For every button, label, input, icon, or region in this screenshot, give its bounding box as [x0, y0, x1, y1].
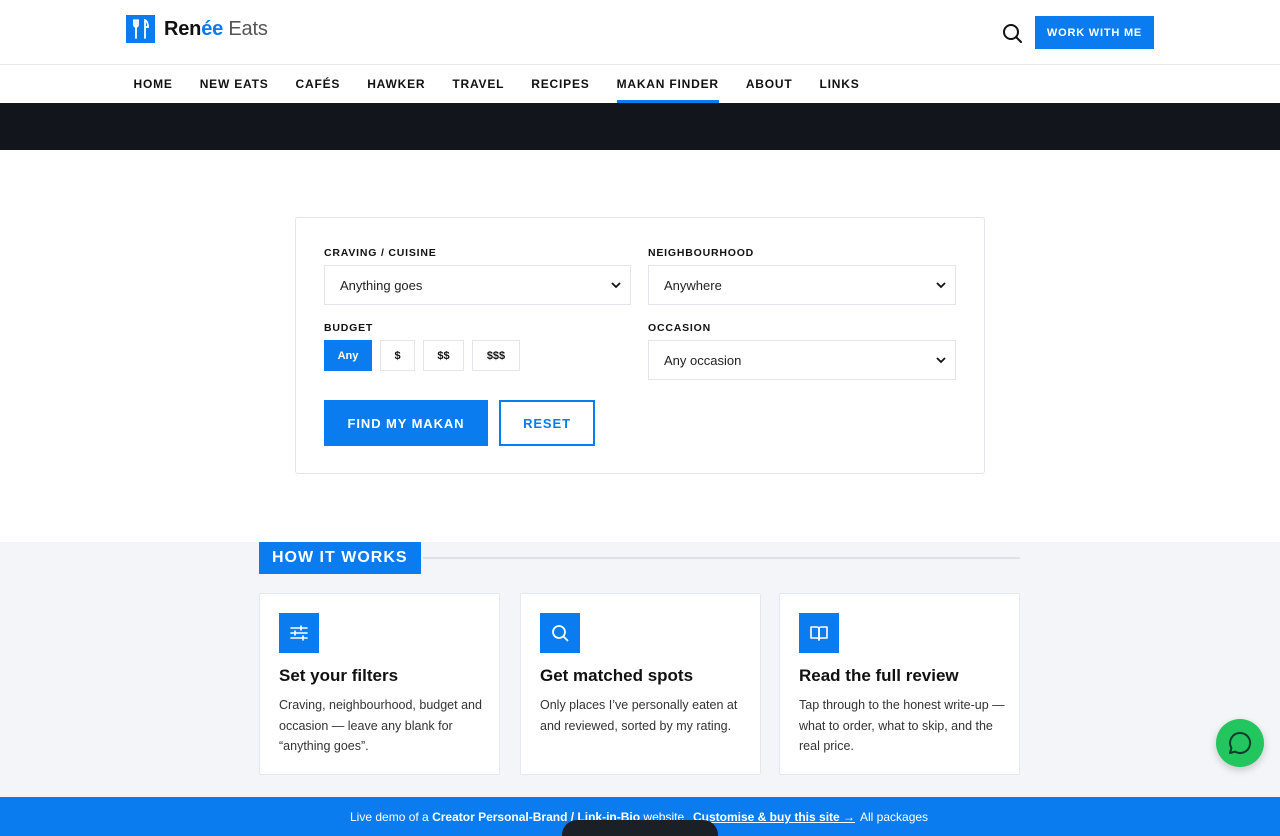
how-card-filters: Set your filters Craving, neighbourhood,… [259, 593, 500, 775]
reset-button[interactable]: RESET [499, 400, 595, 446]
nav-item-travel[interactable]: TRAVEL [439, 65, 518, 103]
sliders-icon [279, 613, 319, 653]
site-logo[interactable]: Renée Eats [126, 15, 268, 43]
chevron-down-icon [936, 282, 946, 289]
occasion-value: Any occasion [664, 352, 742, 368]
main-nav: HOME NEW EATS CAFÉS HAWKER TRAVEL RECIPES MAKA… [0, 65, 1280, 103]
chat-bubble-icon[interactable] [1216, 719, 1264, 767]
utensils-icon [126, 15, 155, 43]
neighbourhood-label: NEIGHBOURHOOD [648, 247, 755, 259]
card-title: Get matched spots [540, 666, 694, 685]
chevron-down-icon [936, 357, 946, 364]
chevron-down-icon [611, 282, 621, 289]
makan-finder-form: CRAVING / CUISINE Anything goes NEIGHBOU… [295, 217, 985, 474]
card-text: Tap through to the honest write-up — wha… [799, 698, 1005, 753]
card-text: Only places I’ve personally eaten at and… [540, 698, 738, 733]
budget-options: Any $ $$ $$$ [324, 340, 520, 371]
nav-item-links[interactable]: LINKS [806, 65, 873, 103]
brand-name: Renée Eats [164, 17, 268, 40]
budget-label: BUDGET [324, 322, 374, 334]
how-it-works-section: HOW IT WORKS Set your filters Craving, n… [0, 542, 1280, 797]
neighbourhood-value: Anywhere [664, 277, 722, 293]
craving-label: CRAVING / CUISINE [324, 247, 437, 259]
budget-two[interactable]: $$ [423, 340, 464, 371]
nav-item-recipes[interactable]: RECIPES [518, 65, 603, 103]
search-icon [540, 613, 580, 653]
floating-toolbar[interactable] [562, 820, 718, 836]
work-with-me-button[interactable]: WORK WITH ME [1035, 16, 1154, 49]
card-title: Read the full review [799, 666, 959, 685]
occasion-label: OCCASION [648, 322, 711, 334]
site-header: Renée Eats WORK WITH ME [0, 0, 1280, 65]
nav-item-about[interactable]: ABOUT [732, 65, 806, 103]
card-text: Craving, neighbourhood, budget and occas… [279, 698, 482, 753]
occasion-select[interactable]: Any occasion [648, 340, 956, 380]
card-title: Set your filters [279, 666, 399, 685]
nav-item-caf-s[interactable]: CAFÉS [282, 65, 354, 103]
how-card-review: Read the full review Tap through to the … [779, 593, 1020, 775]
neighbourhood-select[interactable]: Anywhere [648, 265, 956, 305]
nav-item-makan-finder[interactable]: MAKAN FINDER [603, 65, 732, 103]
craving-select[interactable]: Anything goes [324, 265, 631, 305]
nav-item-new-eats[interactable]: NEW EATS [186, 65, 282, 103]
budget-any[interactable]: Any [324, 340, 372, 371]
how-card-matched: Get matched spots Only places I’ve perso… [520, 593, 761, 775]
section-title: HOW IT WORKS [259, 542, 421, 574]
hero-band [0, 103, 1280, 150]
book-icon [799, 613, 839, 653]
all-packages-link[interactable]: All packages [860, 810, 928, 824]
budget-three[interactable]: $$$ [472, 340, 520, 371]
find-my-makan-button[interactable]: FIND MY MAKAN [324, 400, 488, 446]
budget-one[interactable]: $ [380, 340, 415, 371]
nav-item-hawker[interactable]: HAWKER [354, 65, 439, 103]
nav-item-home[interactable]: HOME [120, 65, 186, 103]
craving-value: Anything goes [340, 277, 423, 293]
customise-link[interactable]: Customise & buy this site → [693, 810, 855, 824]
search-icon[interactable] [1000, 21, 1024, 45]
divider [423, 557, 1020, 559]
